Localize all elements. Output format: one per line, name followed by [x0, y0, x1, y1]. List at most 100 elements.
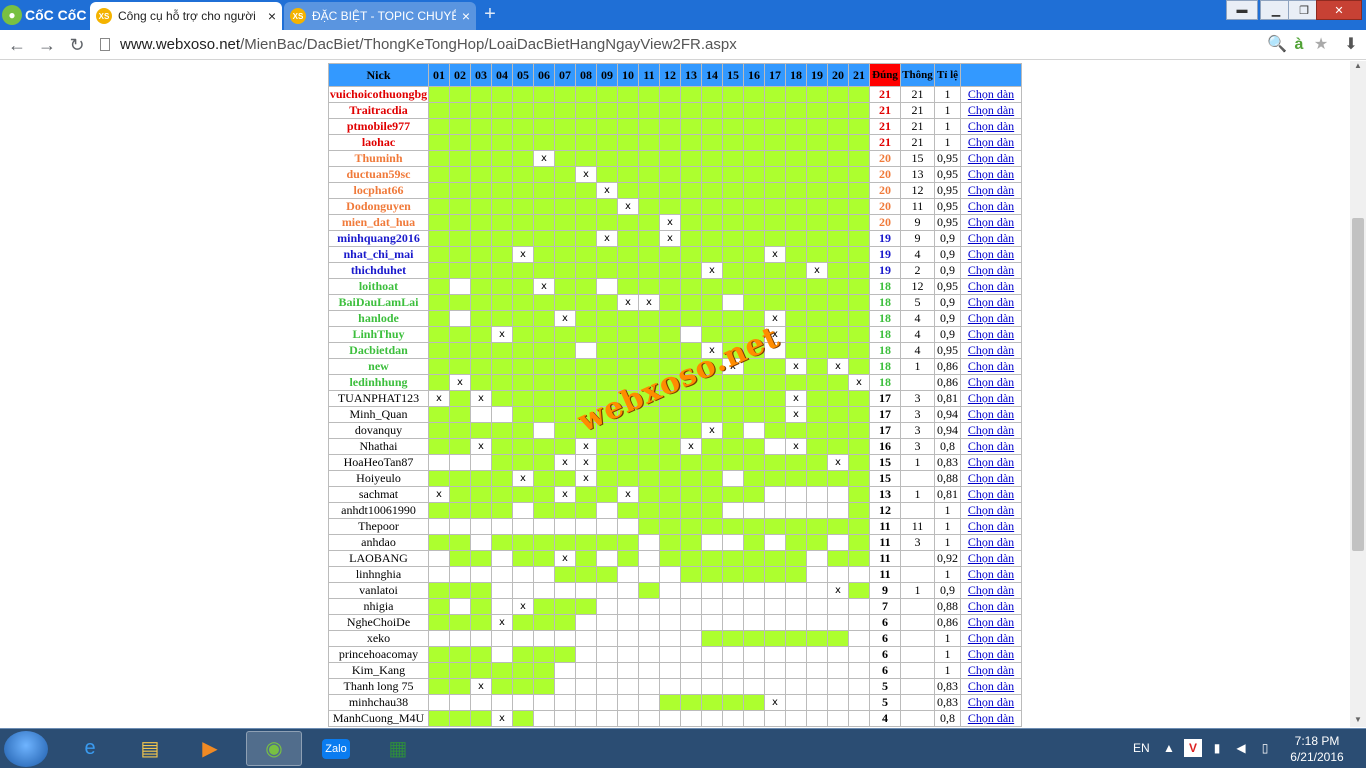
chon-dan-link[interactable]: Chọn dàn — [960, 438, 1022, 455]
thong-cell: 21 — [900, 102, 935, 119]
hit-cell — [449, 166, 471, 183]
hit-cell — [575, 134, 597, 151]
scroll-down-arrow-icon[interactable]: ▼ — [1350, 715, 1366, 727]
hit-cell — [470, 310, 492, 327]
zoom-icon[interactable]: 🔍 — [1266, 34, 1288, 56]
download-icon[interactable]: ⬇ — [1340, 34, 1362, 56]
tab-close-icon[interactable]: × — [268, 8, 276, 24]
chon-dan-link[interactable]: Chọn dàn — [960, 86, 1022, 103]
table-row: Dacbietdan x 18 4 0,95 Chọn dàn — [328, 342, 1022, 359]
chon-dan-link[interactable]: Chọn dàn — [960, 454, 1022, 471]
antivirus-tray-icon[interactable]: V — [1184, 739, 1202, 757]
hit-cell — [428, 374, 450, 391]
table-row: laohac 21 21 1 Chọn dàn — [328, 134, 1022, 151]
hit-cell — [722, 150, 744, 167]
system-clock[interactable]: 7:18 PM 6/21/2016 — [1282, 733, 1352, 765]
scroll-up-arrow-icon[interactable]: ▲ — [1350, 61, 1366, 73]
close-window-button[interactable]: ✕ — [1316, 0, 1362, 20]
chon-dan-link[interactable]: Chọn dàn — [960, 198, 1022, 215]
back-arrow-icon[interactable]: ← — [6, 34, 28, 56]
chon-dan-link[interactable]: Chọn dàn — [960, 614, 1022, 631]
chon-dan-link[interactable]: Chọn dàn — [960, 534, 1022, 551]
reload-icon[interactable]: ↻ — [66, 34, 88, 56]
chon-dan-link[interactable]: Chọn dàn — [960, 694, 1022, 711]
tab-active[interactable]: XS Công cụ hỗ trợ cho người × — [90, 2, 282, 30]
battery-icon[interactable]: ▯ — [1256, 739, 1274, 757]
browser-menu-button[interactable]: ▬ — [1226, 0, 1258, 20]
thong-cell — [900, 374, 935, 391]
chon-dan-link[interactable]: Chọn dàn — [960, 390, 1022, 407]
chon-dan-link[interactable]: Chọn dàn — [960, 134, 1022, 151]
chon-dan-link[interactable]: Chọn dàn — [960, 294, 1022, 311]
chon-dan-link[interactable]: Chọn dàn — [960, 566, 1022, 583]
chon-dan-link[interactable]: Chọn dàn — [960, 342, 1022, 359]
chon-dan-link[interactable]: Chọn dàn — [960, 214, 1022, 231]
chon-dan-link[interactable]: Chọn dàn — [960, 310, 1022, 327]
media-player-icon[interactable]: ▶ — [182, 731, 238, 766]
bookmark-star-icon[interactable]: ★ — [1310, 34, 1332, 56]
vertical-scrollbar[interactable]: ▲ ▼ — [1350, 61, 1366, 727]
chon-dan-link[interactable]: Chọn dàn — [960, 262, 1022, 279]
chon-dan-link[interactable]: Chọn dàn — [960, 550, 1022, 567]
hit-cell — [848, 486, 870, 503]
chon-dan-link[interactable]: Chọn dàn — [960, 518, 1022, 535]
internet-explorer-icon[interactable]: e — [62, 731, 118, 766]
hit-cell — [449, 550, 471, 567]
hit-cell — [533, 374, 555, 391]
empty-cell — [827, 486, 849, 503]
chon-dan-link[interactable]: Chọn dàn — [960, 102, 1022, 119]
chon-dan-link[interactable]: Chọn dàn — [960, 406, 1022, 423]
chon-dan-link[interactable]: Chọn dàn — [960, 678, 1022, 695]
browser-brand[interactable]: ● CốC CốC — [2, 3, 88, 27]
chon-dan-link[interactable]: Chọn dàn — [960, 326, 1022, 343]
coccoc-browser-icon[interactable]: ◉ — [246, 731, 302, 766]
chon-dan-link[interactable]: Chọn dàn — [960, 598, 1022, 615]
chon-dan-link[interactable]: Chọn dàn — [960, 358, 1022, 375]
chon-dan-link[interactable]: Chọn dàn — [960, 230, 1022, 247]
new-tab-button[interactable]: + — [480, 4, 500, 24]
hit-cell — [512, 358, 534, 375]
chon-dan-link[interactable]: Chọn dàn — [960, 646, 1022, 663]
hit-cell — [806, 374, 828, 391]
chon-dan-link[interactable]: Chọn dàn — [960, 662, 1022, 679]
chon-dan-link[interactable]: Chọn dàn — [960, 486, 1022, 503]
empty-cell — [554, 678, 576, 695]
clock-date: 6/21/2016 — [1290, 750, 1344, 764]
empty-cell — [449, 518, 471, 535]
tray-expand-icon[interactable]: ▲ — [1160, 739, 1178, 757]
language-indicator[interactable]: EN — [1133, 741, 1150, 755]
hit-cell — [827, 630, 849, 647]
hit-cell — [449, 646, 471, 663]
hit-cell — [806, 454, 828, 471]
chon-dan-link[interactable]: Chọn dàn — [960, 118, 1022, 135]
assistant-icon[interactable]: à — [1288, 34, 1310, 56]
volume-icon[interactable]: ◀ — [1232, 739, 1250, 757]
chon-dan-link[interactable]: Chọn dàn — [960, 582, 1022, 599]
chon-dan-link[interactable]: Chọn dàn — [960, 166, 1022, 183]
chon-dan-link[interactable]: Chọn dàn — [960, 710, 1022, 727]
chon-dan-link[interactable]: Chọn dàn — [960, 470, 1022, 487]
hit-cell — [470, 646, 492, 663]
scroll-thumb[interactable] — [1352, 218, 1364, 551]
tab-close-icon[interactable]: × — [462, 8, 470, 24]
hit-cell — [785, 118, 807, 135]
tab-inactive[interactable]: XS ĐẶC BIỆT - TOPIC CHUYÊN × — [284, 2, 476, 30]
chon-dan-link[interactable]: Chọn dàn — [960, 502, 1022, 519]
chon-dan-link[interactable]: Chọn dàn — [960, 150, 1022, 167]
chon-dan-link[interactable]: Chọn dàn — [960, 630, 1022, 647]
hit-cell — [680, 182, 702, 199]
chon-dan-link[interactable]: Chọn dàn — [960, 374, 1022, 391]
zalo-icon[interactable]: Zalo — [308, 731, 364, 766]
file-explorer-icon[interactable]: ▤ — [122, 731, 178, 766]
hit-cell — [596, 486, 618, 503]
chon-dan-link[interactable]: Chọn dàn — [960, 422, 1022, 439]
start-button[interactable] — [4, 731, 48, 767]
excel-icon[interactable]: ▦ — [370, 731, 426, 766]
hit-cell — [491, 262, 513, 279]
chon-dan-link[interactable]: Chọn dàn — [960, 278, 1022, 295]
chon-dan-link[interactable]: Chọn dàn — [960, 182, 1022, 199]
chon-dan-link[interactable]: Chọn dàn — [960, 246, 1022, 263]
network-icon[interactable]: ▮ — [1208, 739, 1226, 757]
address-bar[interactable]: www.webxoso.net/MienBac/DacBiet/ThongKeT… — [120, 36, 737, 53]
forward-arrow-icon[interactable]: → — [36, 34, 58, 56]
